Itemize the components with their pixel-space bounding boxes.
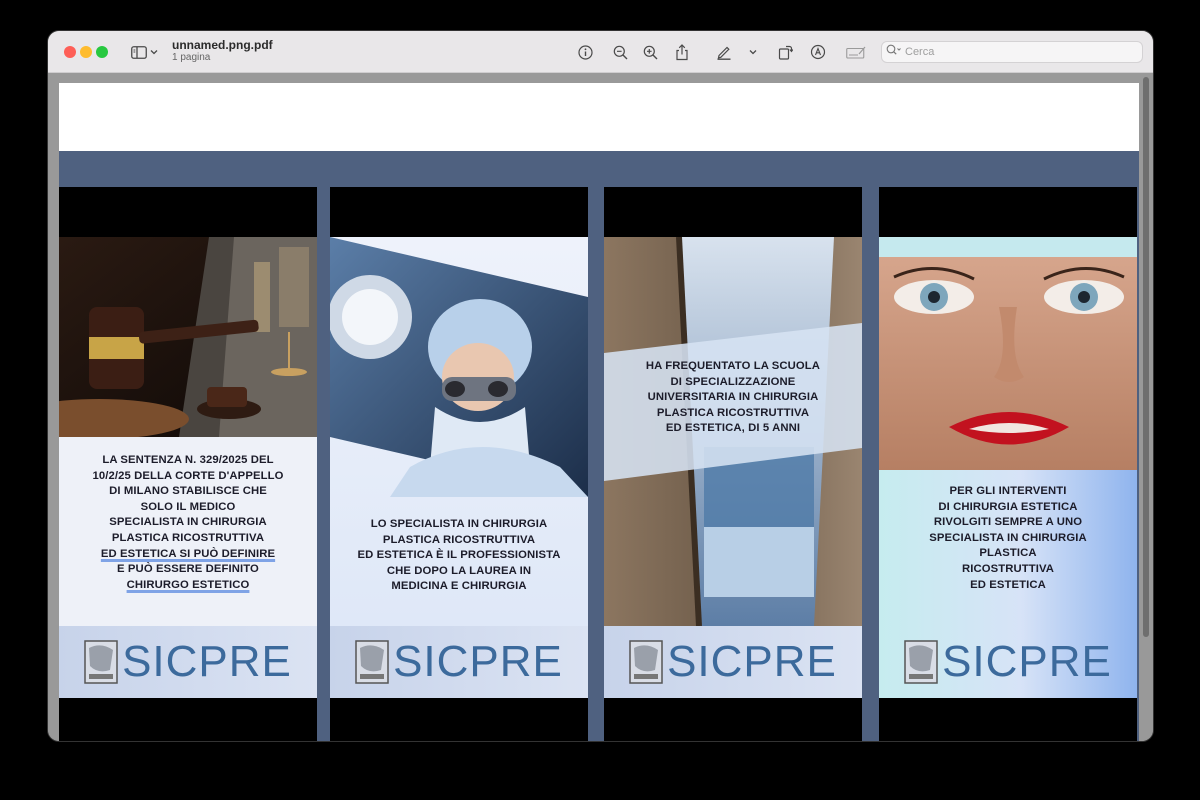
surgeon-photo xyxy=(330,237,588,497)
poster-3: HA FREQUENTATO LA SCUOLA DI SPECIALIZZAZ… xyxy=(604,237,862,698)
text-line: RICOSTRUTTIVA xyxy=(961,562,1055,575)
pdf-page: LA SENTENZA N. 329/2025 DEL 10/2/25 DELL… xyxy=(59,83,1139,741)
info-icon[interactable] xyxy=(574,41,596,63)
search-field[interactable] xyxy=(881,41,1143,63)
poster-1: LA SENTENZA N. 329/2025 DEL 10/2/25 DELL… xyxy=(59,237,317,698)
text-line: DI MILANO STABILISCE CHE xyxy=(109,485,267,498)
close-window-button[interactable] xyxy=(64,46,76,58)
sicpre-logo-text: SICPRE xyxy=(667,637,837,686)
chevron-down-icon[interactable] xyxy=(149,41,159,63)
text-line: SPECIALISTA IN CHIRURGIA xyxy=(929,531,1087,544)
text-line: DI CHIRURGIA ESTETICA xyxy=(938,500,1078,513)
text-line: DI SPECIALIZZAZIONE xyxy=(670,375,796,388)
rotate-icon[interactable] xyxy=(774,41,796,63)
chevron-down-icon[interactable] xyxy=(747,41,759,63)
text-line: RIVOLGITI SEMPRE A UNO xyxy=(933,516,1083,529)
woman-face-photo xyxy=(879,237,1137,470)
sicpre-emblem-icon xyxy=(84,640,118,684)
poster-4-text: PER GLI INTERVENTI DI CHIRURGIA ESTETICA… xyxy=(879,484,1137,593)
text-line: CHIRURGO ESTETICO xyxy=(126,578,250,591)
search-icon xyxy=(886,43,902,61)
text-line: ED ESTETICA xyxy=(970,578,1046,591)
poster-4: PER GLI INTERVENTI DI CHIRURGIA ESTETICA… xyxy=(879,237,1137,698)
poster-1-text: LA SENTENZA N. 329/2025 DEL 10/2/25 DELL… xyxy=(59,453,317,593)
markup-icon[interactable] xyxy=(807,41,829,63)
sicpre-emblem-icon xyxy=(355,640,389,684)
text-line: LO SPECIALISTA IN CHIRURGIA xyxy=(370,518,548,530)
text-line: PLASTICA RICOSTRUTTIVA xyxy=(111,531,265,544)
poster-panel-1: LA SENTENZA N. 329/2025 DEL 10/2/25 DELL… xyxy=(59,187,317,741)
share-icon[interactable] xyxy=(671,41,693,63)
poster-panel-3: HA FREQUENTATO LA SCUOLA DI SPECIALIZZAZ… xyxy=(604,187,862,741)
text-line: 10/2/25 DELLA CORTE D'APPELLO xyxy=(92,469,284,482)
poster-panel-4: PER GLI INTERVENTI DI CHIRURGIA ESTETICA… xyxy=(879,187,1137,741)
sicpre-logo-text: SICPRE xyxy=(942,637,1112,686)
text-line: ED ESTETICA SI PUÒ DEFINIRE xyxy=(100,547,276,560)
sicpre-logo: SICPRE xyxy=(879,626,1137,698)
poster-2-text: LO SPECIALISTA IN CHIRURGIA PLASTICA RIC… xyxy=(330,517,588,595)
text-line: SPECIALISTA IN CHIRURGIA xyxy=(109,516,267,529)
text-line: PER GLI INTERVENTI xyxy=(949,485,1067,497)
file-name: unnamed.png.pdf xyxy=(172,38,273,52)
text-line: ED ESTETICA È IL PROFESSIONISTA xyxy=(357,549,561,562)
sicpre-emblem-icon xyxy=(629,640,663,684)
text-line: LA SENTENZA N. 329/2025 DEL xyxy=(102,454,274,466)
zoom-out-icon[interactable] xyxy=(609,41,631,63)
sicpre-emblem-icon xyxy=(904,640,938,684)
page-count: 1 pagina xyxy=(172,52,211,63)
text-line: CHE DOPO LA LAUREA IN xyxy=(386,564,532,577)
text-line: PLASTICA RICOSTRUTTIVA xyxy=(656,406,810,419)
poster-2: LO SPECIALISTA IN CHIRURGIA PLASTICA RIC… xyxy=(330,237,588,698)
gavel-photo xyxy=(59,237,317,437)
text-line: HA FREQUENTATO LA SCUOLA xyxy=(645,360,821,372)
text-line: PLASTICA xyxy=(979,547,1037,560)
document-title: unnamed.png.pdf 1 pagina xyxy=(172,38,273,64)
sicpre-logo: SICPRE xyxy=(604,626,862,698)
document-viewer[interactable]: LA SENTENZA N. 329/2025 DEL 10/2/25 DELL… xyxy=(48,73,1153,741)
sicpre-logo-text: SICPRE xyxy=(122,637,292,686)
highlight-pen-icon[interactable] xyxy=(713,41,735,63)
sicpre-logo-text: SICPRE xyxy=(393,637,563,686)
text-line: ED ESTETICA, DI 5 ANNI xyxy=(665,422,801,435)
text-line: UNIVERSITARIA IN CHIRURGIA xyxy=(647,391,819,404)
vertical-scrollbar[interactable] xyxy=(1143,77,1149,637)
title-bar: unnamed.png.pdf 1 pagina xyxy=(48,31,1153,73)
poster-panel-2: LO SPECIALISTA IN CHIRURGIA PLASTICA RIC… xyxy=(330,187,588,741)
maximize-window-button[interactable] xyxy=(96,46,108,58)
sicpre-logo: SICPRE xyxy=(330,626,588,698)
search-input[interactable] xyxy=(905,46,1125,58)
text-line: PLASTICA RICOSTRUTTIVA xyxy=(382,533,536,546)
minimize-window-button[interactable] xyxy=(80,46,92,58)
text-line: E PUÒ ESSERE DEFINITO xyxy=(117,563,259,576)
signature-icon[interactable] xyxy=(844,41,868,63)
sidebar-icon[interactable] xyxy=(128,41,150,63)
preview-window: unnamed.png.pdf 1 pagina Cerca LA SENTEN… xyxy=(48,31,1153,741)
poster-3-text: HA FREQUENTATO LA SCUOLA DI SPECIALIZZAZ… xyxy=(604,359,862,437)
sicpre-logo: SICPRE xyxy=(59,626,317,698)
text-line: MEDICINA E CHIRURGIA xyxy=(391,580,527,593)
text-line: SOLO IL MEDICO xyxy=(140,500,236,513)
zoom-in-icon[interactable] xyxy=(639,41,661,63)
